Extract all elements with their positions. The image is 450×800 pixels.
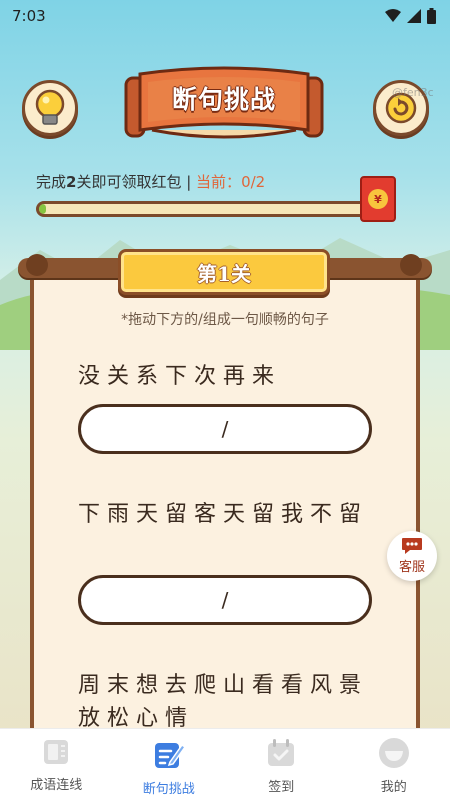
progress-target: 2 <box>66 173 77 191</box>
wifi-icon <box>385 9 401 22</box>
status-time: 7:03 <box>12 7 46 25</box>
rod-cap-right <box>400 254 422 276</box>
profile-icon <box>378 738 409 768</box>
progress-suffix: 关即可领取红包 | <box>76 173 197 191</box>
tab-label: 签到 <box>268 780 295 795</box>
tab-checkin[interactable]: 签到 <box>225 729 338 800</box>
red-packet-icon: ¥ <box>368 189 388 209</box>
red-packet-button[interactable]: ¥ <box>360 176 396 222</box>
tab-profile[interactable]: 我的 <box>338 729 450 800</box>
bottom-tab-bar: 成语连线 断句挑战 签到 我的 <box>0 728 450 800</box>
status-bar: 7:03 <box>0 0 450 32</box>
answer-drop-zone[interactable]: / <box>78 575 372 625</box>
signal-icon <box>407 9 421 23</box>
customer-service-button[interactable]: 客服 <box>387 531 437 581</box>
progress-prefix: 完成 <box>36 173 67 191</box>
progress-current-label: 当前： <box>196 173 242 191</box>
tab-idiom-link[interactable]: 成语连线 <box>0 729 113 800</box>
page-title: 断句挑战 <box>171 85 276 114</box>
question-sentence: 周末想去爬山看看风景放松心情 <box>78 673 369 731</box>
progress-current-value: 0/2 <box>241 173 266 191</box>
book-icon <box>44 740 69 764</box>
rod-cap-left <box>26 254 48 276</box>
tab-label: 我的 <box>380 780 407 795</box>
progress-bar <box>36 201 368 217</box>
question-sentence: 下雨天留客天留我不留 <box>78 502 369 527</box>
tab-sentence-challenge[interactable]: 断句挑战 <box>113 729 226 800</box>
battery-icon <box>427 8 436 24</box>
tab-label: 断句挑战 <box>142 782 195 797</box>
title-banner: 断句挑战 <box>118 64 330 146</box>
progress-bar-fill <box>39 204 46 214</box>
progress-text: 完成2关即可领取红包 | 当前：0/2 <box>36 171 265 192</box>
status-icons <box>385 8 436 24</box>
instruction-text: *拖动下方的/组成一句顺畅的句子 <box>121 312 329 328</box>
lightbulb-icon <box>35 89 65 125</box>
hint-button[interactable] <box>22 80 78 136</box>
calendar-check-icon <box>268 739 295 766</box>
answer-drop-zone[interactable]: / <box>78 404 372 454</box>
question-sentence: 没关系下次再来 <box>78 364 282 389</box>
customer-service-label: 客服 <box>398 560 425 575</box>
level-badge: 第1关 <box>118 249 330 295</box>
watermark-text: @fen3c <box>392 86 434 99</box>
edit-icon <box>154 743 186 768</box>
chat-bubble-icon <box>402 538 422 554</box>
tab-label: 成语连线 <box>30 778 83 793</box>
